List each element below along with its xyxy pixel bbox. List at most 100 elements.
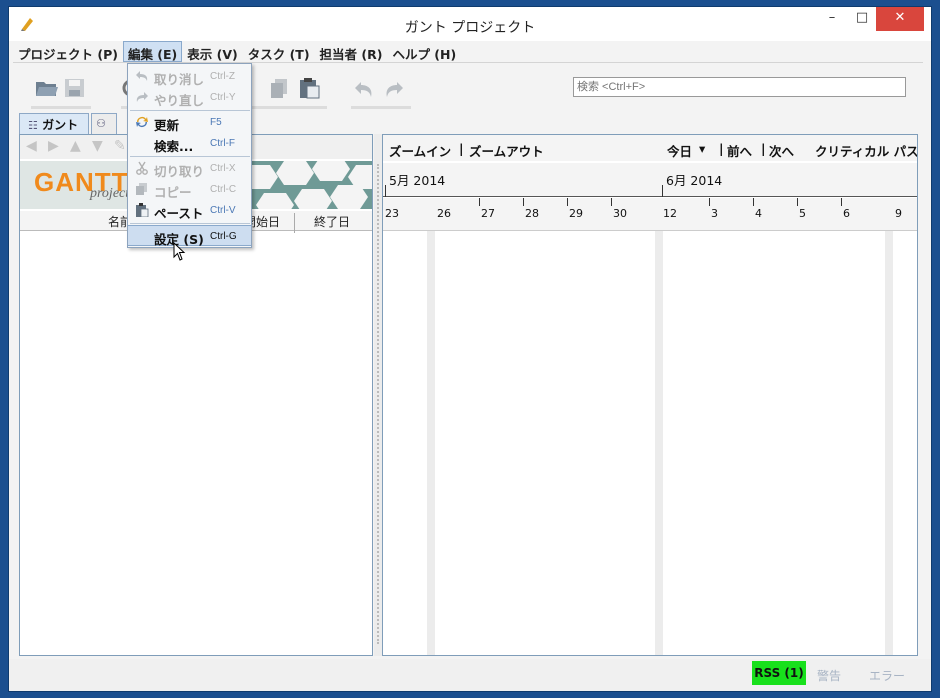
copy-doc-icon[interactable] — [269, 77, 293, 99]
tab-gantt[interactable]: ☷ ガント — [19, 113, 90, 134]
menu-item-label: やり直し — [154, 93, 205, 108]
tab-gantt-label: ガント — [42, 118, 79, 132]
error-status[interactable]: エラー — [869, 667, 905, 684]
menu-item-redo[interactable]: やり直し Ctrl-Y — [128, 87, 251, 108]
menu-separator — [130, 110, 250, 111]
maximize-button[interactable]: □ — [849, 7, 875, 31]
menu-resource[interactable]: 担当者 (R) — [315, 41, 388, 62]
splitter-grip — [377, 164, 379, 644]
menu-item-cut[interactable]: 切り取り Ctrl-X — [128, 158, 251, 179]
menu-item-copy[interactable]: コピー Ctrl-C — [128, 179, 251, 200]
menu-item-label: 更新 — [154, 118, 180, 133]
day-tick — [841, 198, 842, 206]
redo-icon — [136, 92, 148, 102]
rss-badge[interactable]: RSS (1) — [752, 661, 806, 685]
paste-icon — [136, 203, 149, 217]
search-input[interactable] — [573, 77, 906, 97]
day-label: 28 — [525, 207, 539, 220]
day-label: 30 — [613, 207, 627, 220]
zoom-in-link[interactable]: ズームイン — [389, 141, 451, 160]
copy-icon — [136, 183, 147, 195]
day-label: 23 — [385, 207, 399, 220]
menu-item-label: コピー — [154, 185, 192, 200]
toolbar-group-file — [31, 67, 91, 109]
mouse-cursor-icon — [173, 242, 186, 261]
menu-item-search[interactable]: 検索... Ctrl-F — [128, 133, 251, 154]
edit-menu-dropdown: 取り消し Ctrl-Z やり直し Ctrl-Y 更新 F5 検索... Ctrl… — [127, 63, 252, 248]
month-tick — [662, 185, 663, 197]
timeline-months: 5月 2014 6月 2014 — [383, 163, 917, 197]
menu-item-label: ペースト — [154, 206, 204, 221]
day-label: 6 — [843, 207, 850, 220]
menu-task[interactable]: タスク (T) — [243, 41, 315, 62]
menu-item-refresh[interactable]: 更新 F5 — [128, 112, 251, 133]
toolbar-separator: | — [719, 141, 724, 156]
day-label: 27 — [481, 207, 495, 220]
undo-icon — [136, 71, 148, 81]
scissors-icon — [136, 161, 148, 175]
app-window: ガント プロジェクト – □ ✕ プロジェクト (P) 編集 (E) 表示 (V… — [8, 6, 932, 692]
refresh-icon — [136, 117, 148, 127]
gantt-chart-panel: ズームイン | ズームアウト 今日 ▾ | 前へ | 次へ クリティカル パス … — [382, 134, 918, 656]
view-tabs: ☷ ガント ⚇ — [19, 113, 119, 135]
tab-resources[interactable]: ⚇ — [91, 113, 118, 134]
menu-help[interactable]: ヘルプ (H) — [387, 41, 461, 62]
day-tick — [611, 198, 612, 206]
minimize-button[interactable]: – — [819, 7, 845, 31]
menu-item-shortcut: Ctrl-F — [210, 138, 235, 149]
menu-item-label: 取り消し — [154, 72, 205, 87]
timeline-days: 23 26 27 28 29 30 12 3 4 5 6 9 — [383, 198, 917, 231]
arrow-left-icon[interactable]: ◀ — [26, 138, 37, 154]
menu-project[interactable]: プロジェクト (P) — [13, 41, 123, 62]
today-link[interactable]: 今日 — [667, 141, 692, 160]
day-label: 12 — [663, 207, 677, 220]
menu-item-shortcut: F5 — [210, 117, 222, 128]
critical-path-link[interactable]: クリティカル パス — [815, 141, 917, 160]
next-link[interactable]: 次へ — [769, 141, 794, 160]
day-label: 5 — [799, 207, 806, 220]
day-tick — [567, 198, 568, 206]
paste-clipboard-icon[interactable] — [297, 77, 321, 99]
toolbar-group-history — [351, 67, 411, 109]
day-label: 29 — [569, 207, 583, 220]
toolbar-group-clipboard — [251, 67, 327, 109]
col-end-header[interactable]: 終了日 — [314, 213, 350, 230]
people-icon: ⚇ — [96, 117, 106, 130]
arrow-right-icon[interactable]: ▶ — [48, 138, 59, 154]
col-separator[interactable] — [294, 213, 295, 233]
chevron-down-icon[interactable]: ▾ — [699, 141, 705, 156]
month-label: 6月 2014 — [666, 173, 723, 188]
undo-icon[interactable] — [353, 77, 377, 99]
arrow-down-icon[interactable]: ▼ — [92, 138, 103, 154]
prev-link[interactable]: 前へ — [727, 141, 752, 160]
menu-view[interactable]: 表示 (V) — [182, 41, 242, 62]
close-button[interactable]: ✕ — [876, 7, 924, 31]
day-label: 9 — [895, 207, 902, 220]
status-bar: RSS (1) 警告 エラー — [9, 659, 931, 691]
arrow-up-icon[interactable]: ▲ — [70, 138, 81, 154]
menu-item-shortcut: Ctrl-Z — [210, 71, 235, 82]
menu-item-shortcut: Ctrl-C — [210, 184, 237, 195]
menu-bar: プロジェクト (P) 編集 (E) 表示 (V) タスク (T) 担当者 (R)… — [13, 41, 923, 63]
menu-item-shortcut: Ctrl-G — [210, 231, 237, 242]
day-tick — [709, 198, 710, 206]
hexagon-pattern-icon — [250, 161, 372, 209]
menu-item-settings[interactable]: 設定 (S) Ctrl-G — [128, 225, 251, 247]
warning-status[interactable]: 警告 — [817, 667, 841, 684]
menu-item-label: 検索... — [154, 139, 194, 154]
zoom-out-link[interactable]: ズームアウト — [469, 141, 544, 160]
panel-splitter[interactable] — [374, 134, 382, 656]
day-tick — [479, 198, 480, 206]
redo-icon[interactable] — [381, 77, 405, 99]
open-folder-icon[interactable] — [35, 77, 59, 99]
weekend-column — [655, 231, 663, 655]
link-icon[interactable]: ✎ — [114, 138, 126, 154]
menu-item-undo[interactable]: 取り消し Ctrl-Z — [128, 66, 251, 87]
save-icon[interactable] — [63, 77, 87, 99]
day-label: 26 — [437, 207, 451, 220]
title-bar: ガント プロジェクト – □ ✕ — [9, 7, 931, 41]
gantt-logo-sub: project — [90, 186, 130, 201]
menu-edit[interactable]: 編集 (E) — [122, 41, 183, 62]
menu-item-paste[interactable]: ペースト Ctrl-V — [128, 200, 251, 221]
day-label: 4 — [755, 207, 762, 220]
